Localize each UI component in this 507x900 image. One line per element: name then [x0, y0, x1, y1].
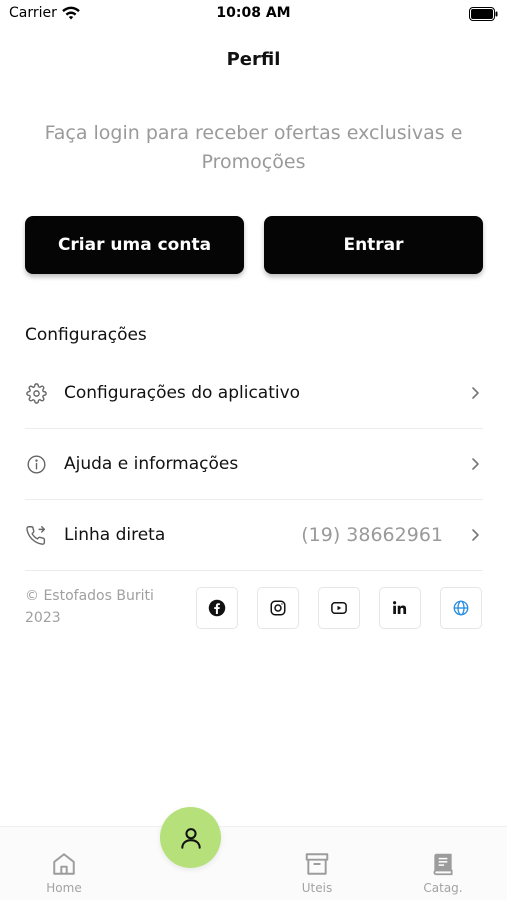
settings-section-title: Configurações [25, 325, 147, 345]
battery-icon [469, 7, 498, 21]
hotline-number: (19) 38662961 [301, 524, 443, 546]
phone-icon [25, 524, 47, 546]
linkedin-button[interactable] [379, 587, 421, 629]
instagram-icon [270, 600, 286, 616]
globe-icon [453, 600, 469, 616]
login-prompt: Faça login para receber ofertas exclusiv… [44, 122, 463, 173]
chevron-right-icon [472, 529, 479, 541]
settings-item-label: Linha direta [64, 525, 166, 545]
user-icon [180, 827, 201, 849]
settings-list: Configurações do aplicativo Ajuda e info… [25, 358, 483, 571]
settings-item-app-settings[interactable]: Configurações do aplicativo [25, 358, 483, 429]
tab-home[interactable]: Home [19, 851, 109, 895]
gear-icon [25, 382, 47, 404]
home-icon [53, 853, 75, 875]
youtube-icon [331, 602, 347, 614]
settings-item-help[interactable]: Ajuda e informações [25, 429, 483, 500]
tab-label: Uteis [301, 881, 333, 895]
status-time: 10:08 AM [216, 5, 291, 21]
tab-label: Catag. [423, 881, 463, 895]
facebook-icon [208, 599, 226, 617]
tab-bar: Home Uteis Catag. [0, 826, 507, 900]
website-button[interactable] [440, 587, 482, 629]
copyright: © Estofados Buriti 2023 [25, 585, 175, 629]
settings-item-hotline[interactable]: Linha direta (19) 38662961 [25, 500, 483, 571]
copyright-line2: 2023 [25, 610, 61, 626]
status-bar: Carrier 10:08 AM [0, 0, 507, 30]
book-icon [433, 853, 453, 876]
youtube-button[interactable] [318, 587, 360, 629]
settings-item-label: Ajuda e informações [64, 454, 239, 474]
login-button[interactable]: Entrar [264, 216, 483, 274]
tab-label: Home [46, 881, 82, 895]
tab-catalog[interactable]: Catag. [398, 851, 488, 895]
info-icon [25, 453, 47, 475]
create-account-button[interactable]: Criar uma conta [25, 216, 244, 274]
page-title: Perfil [226, 49, 281, 70]
archive-icon [305, 853, 329, 875]
facebook-button[interactable] [196, 587, 238, 629]
chevron-right-icon [472, 387, 479, 399]
chevron-right-icon [472, 458, 479, 470]
instagram-button[interactable] [257, 587, 299, 629]
settings-item-label: Configurações do aplicativo [64, 383, 301, 403]
linkedin-icon [393, 601, 407, 614]
tab-profile[interactable] [160, 807, 221, 868]
copyright-line1: © Estofados Buriti [25, 588, 154, 604]
tab-uteis[interactable]: Uteis [272, 851, 362, 895]
